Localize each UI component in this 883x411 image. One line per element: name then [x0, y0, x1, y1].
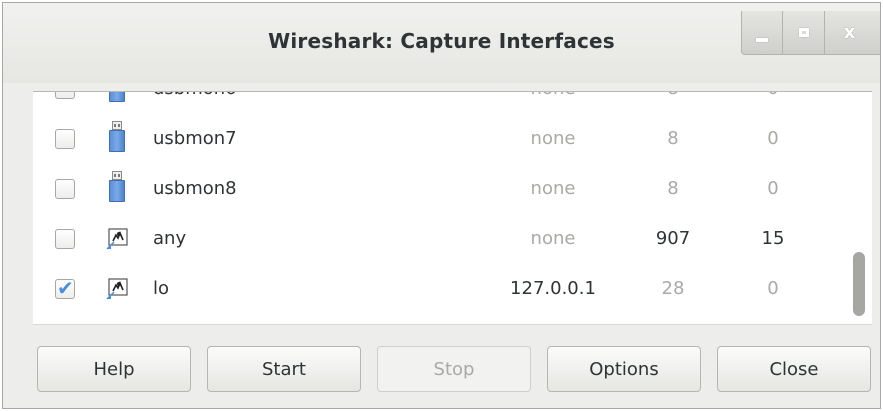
interface-checkbox[interactable]: [55, 92, 75, 99]
interface-name: usbmon8: [153, 178, 237, 199]
minimize-icon: [756, 37, 768, 42]
options-button[interactable]: Options: [547, 346, 701, 392]
interface-address: none: [530, 228, 576, 249]
interface-packets: 28: [661, 278, 685, 299]
help-button[interactable]: Help: [37, 346, 191, 392]
interface-checkbox[interactable]: [55, 129, 75, 149]
network-icon: [106, 278, 128, 300]
interface-address: none: [530, 178, 576, 199]
maximize-icon: [798, 28, 809, 37]
capture-interfaces-window: Wireshark: Capture Interfaces x usbmon6 …: [2, 2, 881, 409]
stop-button[interactable]: Stop: [377, 346, 531, 392]
interface-packets: 8: [633, 92, 713, 99]
interface-row[interactable]: any none 907 15: [33, 215, 872, 265]
usb-icon: [109, 92, 125, 103]
minimize-button[interactable]: [741, 11, 783, 55]
interface-row[interactable]: ✔ lo 127.0.0.1 28 0: [33, 265, 872, 315]
interface-packets: 907: [655, 228, 691, 249]
interface-row[interactable]: usbmon8 none 8 0: [33, 165, 872, 215]
close-window-button[interactable]: x: [825, 11, 880, 55]
interface-name: usbmon6: [153, 92, 237, 99]
interface-name: lo: [153, 278, 170, 299]
close-icon: x: [843, 22, 856, 43]
interface-row[interactable]: usbmon6 none 8 0: [33, 92, 872, 115]
interface-row[interactable]: usbmon7 none 8 0: [33, 115, 872, 165]
close-button[interactable]: Close: [717, 346, 871, 392]
usb-icon: [109, 171, 125, 203]
interface-packets-per-sec: 15: [761, 228, 785, 249]
interface-name: usbmon7: [153, 128, 237, 149]
interface-packets-per-sec: 0: [733, 92, 813, 99]
interface-packets-per-sec: 0: [767, 278, 779, 299]
start-button[interactable]: Start: [207, 346, 361, 392]
interface-packets: 8: [667, 128, 679, 149]
interface-packets: 8: [667, 178, 679, 199]
scrollbar-thumb[interactable]: [853, 252, 865, 316]
interface-address: 127.0.0.1: [510, 278, 596, 299]
network-icon: [106, 228, 128, 250]
interface-packets-per-sec: 0: [767, 128, 779, 149]
interface-address: none: [530, 128, 576, 149]
interface-packets-per-sec: 0: [767, 178, 779, 199]
interface-checkbox[interactable]: [55, 179, 75, 199]
title-bar[interactable]: Wireshark: Capture Interfaces x: [3, 3, 880, 83]
interface-address: none: [473, 92, 633, 99]
interface-name: any: [153, 228, 187, 249]
usb-icon: [109, 121, 125, 153]
interface-checkbox[interactable]: [55, 229, 75, 249]
interface-checkbox[interactable]: ✔: [55, 276, 75, 300]
vertical-scrollbar[interactable]: [845, 92, 872, 324]
interface-list[interactable]: usbmon6 none 8 0 usbmon7 none 8 0 usbmon…: [33, 91, 872, 325]
checkmark-icon: ✔: [57, 276, 74, 300]
maximize-button[interactable]: [783, 11, 825, 55]
